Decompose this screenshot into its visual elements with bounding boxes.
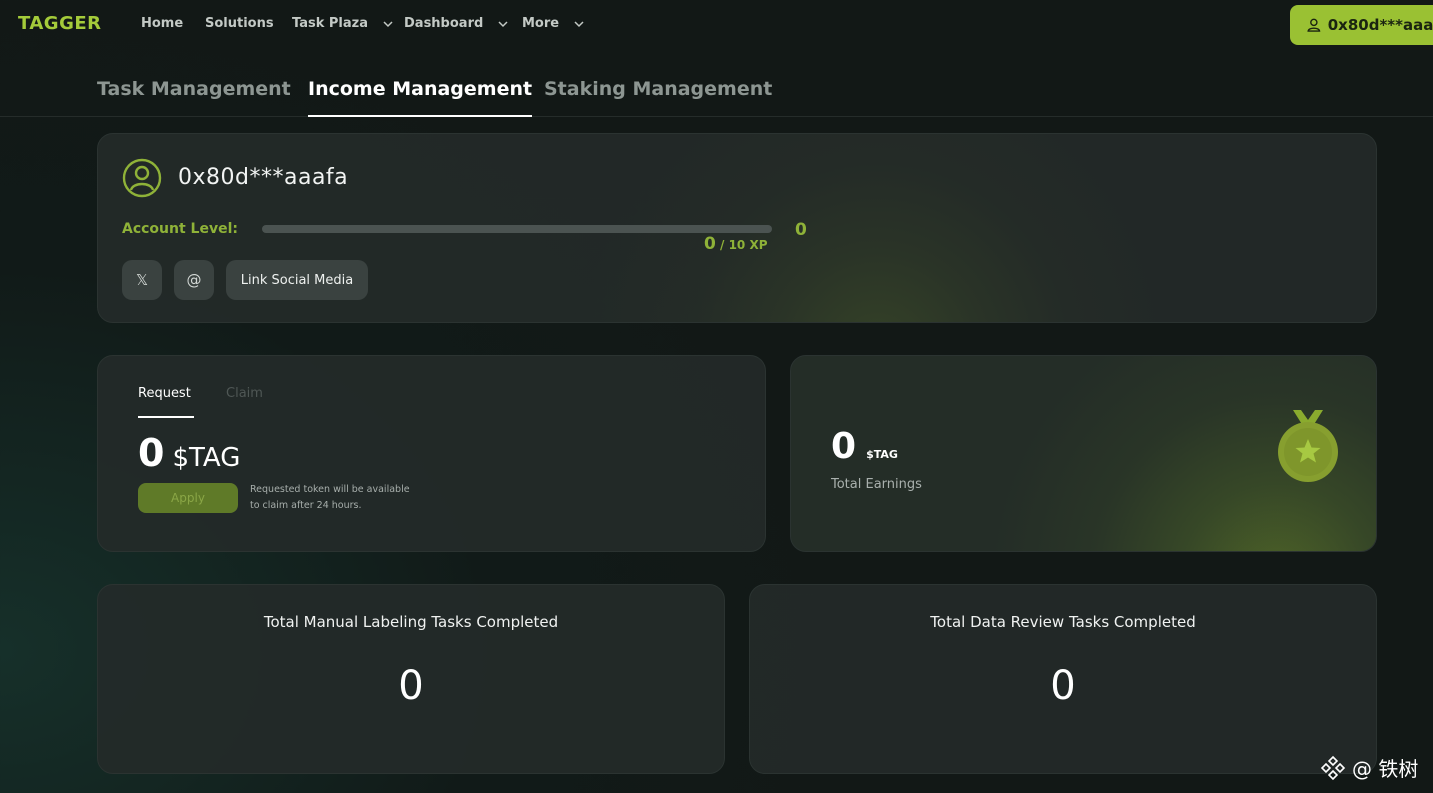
request-note: Requested token will be available to cla… — [250, 484, 410, 511]
stat-value: 0 — [398, 663, 424, 709]
watermark-text: @ 铁树 — [1352, 757, 1419, 781]
xp-max: / 10 XP — [715, 238, 768, 252]
link-social-media-button[interactable]: Link Social Media — [226, 260, 368, 300]
xp-readout: 0 / 10 XP — [704, 234, 768, 254]
total-earnings-label: Total Earnings — [831, 477, 922, 492]
earnings-amount: 0 $TAG — [831, 426, 898, 467]
wallet-address: 0x80d***aaafa — [1327, 16, 1433, 34]
earnings-amount-value: 0 — [831, 426, 857, 467]
nav-home[interactable]: Home — [141, 16, 183, 31]
request-amount: 0 $TAG — [138, 431, 240, 475]
account-level-value: 0 — [795, 220, 807, 240]
stat-title: Total Data Review Tasks Completed — [930, 613, 1196, 631]
manual-labeling-stat-card: Total Manual Labeling Tasks Completed 0 — [97, 584, 725, 774]
tab-claim[interactable]: Claim — [226, 386, 263, 401]
chevron-down-icon — [498, 20, 508, 27]
management-tabs: Task Management Income Management Stakin… — [0, 70, 1433, 117]
chevron-down-icon — [574, 20, 584, 27]
tab-request[interactable]: Request — [138, 386, 194, 418]
request-amount-value: 0 — [138, 431, 165, 475]
tab-income-management[interactable]: Income Management — [308, 78, 533, 117]
stat-value: 0 — [1050, 663, 1076, 709]
earnings-card: 0 $TAG Total Earnings — [790, 355, 1377, 552]
nav-task-plaza[interactable]: Task Plaza — [292, 16, 394, 31]
nav-more[interactable]: More — [522, 16, 585, 31]
xp-current: 0 — [704, 234, 716, 254]
profile-card: 0x80d***aaafa Account Level: 0 / 10 XP 0… — [97, 133, 1377, 323]
avatar-icon — [122, 158, 162, 198]
nav-task-plaza-label: Task Plaza — [292, 16, 368, 31]
account-address: 0x80d***aaafa — [178, 165, 349, 190]
earnings-amount-unit: $TAG — [866, 448, 898, 461]
nav-dashboard[interactable]: Dashboard — [404, 16, 509, 31]
tagger-logo[interactable]: TAGGER — [18, 13, 102, 34]
apply-button[interactable]: Apply — [138, 483, 238, 513]
nav-dashboard-label: Dashboard — [404, 16, 484, 31]
request-card: Request Claim 0 $TAG Apply Requested tok… — [97, 355, 766, 552]
tab-staking-management[interactable]: Staking Management — [544, 78, 772, 117]
nav-home-label: Home — [141, 16, 184, 31]
medal-icon — [1278, 410, 1338, 482]
nav-more-label: More — [522, 16, 560, 31]
at-icon: @ — [186, 271, 202, 289]
wallet-button[interactable]: 0x80d***aaafa — [1290, 5, 1433, 45]
chevron-down-icon — [383, 20, 393, 27]
nav-solutions[interactable]: Solutions — [205, 16, 274, 31]
tab-task-management[interactable]: Task Management — [97, 78, 291, 117]
binance-square-icon — [1320, 755, 1346, 780]
x-icon: 𝕏 — [135, 271, 149, 289]
x-social-button[interactable]: 𝕏 — [122, 260, 162, 300]
top-navigation: TAGGER Home Solutions Task Plaza Dashboa… — [0, 0, 1433, 50]
user-icon — [1307, 18, 1321, 32]
nav-solutions-label: Solutions — [205, 16, 274, 31]
email-social-button[interactable]: @ — [174, 260, 214, 300]
xp-progress-bar — [262, 225, 772, 233]
data-review-stat-card: Total Data Review Tasks Completed 0 — [749, 584, 1377, 774]
stat-title: Total Manual Labeling Tasks Completed — [263, 613, 559, 631]
watermark: @ 铁树 — [1320, 753, 1418, 782]
request-amount-unit: $TAG — [172, 443, 241, 473]
account-level-label: Account Level: — [122, 221, 238, 237]
